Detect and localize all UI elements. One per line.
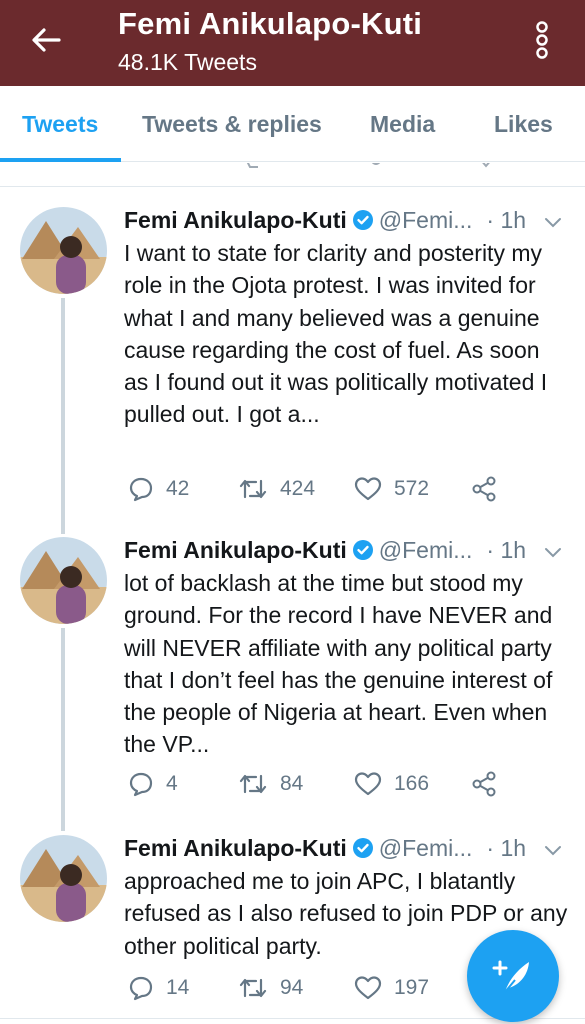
- tweet-timestamp: · 1h: [486, 536, 527, 563]
- tweet-text: lot of backlash at the time but stood my…: [124, 570, 553, 758]
- author-name[interactable]: Femi Anikulapo-Kuti: [124, 207, 347, 234]
- reply-button[interactable]: 42: [128, 472, 189, 506]
- arrow-left-icon: [32, 28, 61, 52]
- profile-header: Femi Anikulapo-Kuti 48.1K Tweets: [0, 0, 585, 86]
- tab-tweets[interactable]: Tweets: [22, 86, 98, 162]
- reply-button[interactable]: 4: [128, 767, 178, 801]
- like-count: 166: [394, 772, 430, 795]
- avatar[interactable]: [20, 835, 107, 922]
- retweet-count: 424: [280, 477, 316, 500]
- author-handle: @Femi...: [378, 206, 473, 233]
- chevron-down-icon[interactable]: [543, 209, 563, 236]
- avatar[interactable]: [20, 537, 107, 624]
- more-options-button[interactable]: [524, 18, 560, 62]
- tab-media[interactable]: Media: [370, 86, 435, 162]
- share-button[interactable]: [470, 472, 510, 506]
- back-button[interactable]: [22, 20, 70, 60]
- tweet-actions: 42 424 572: [124, 472, 569, 506]
- previous-tweet-remnant: [0, 163, 585, 187]
- reply-count: 42: [166, 477, 190, 500]
- compose-tweet-button[interactable]: [467, 930, 559, 1022]
- profile-photo: [20, 537, 107, 624]
- tweet-timestamp: · 1h: [486, 834, 527, 861]
- tweet-header: Femi Anikulapo-Kuti @Femi... · 1h: [124, 535, 569, 565]
- tweet-text: I want to state for clarity and posterit…: [124, 240, 548, 428]
- reply-icon: [129, 976, 153, 1001]
- more-vertical-icon: [536, 21, 548, 59]
- tweet-count: 48.1K Tweets: [118, 49, 257, 75]
- heart-icon: [354, 772, 382, 796]
- retweet-count: 84: [280, 772, 304, 795]
- share-button[interactable]: [470, 767, 510, 801]
- heart-icon: [354, 477, 382, 501]
- author-name[interactable]: Femi Anikulapo-Kuti: [124, 537, 347, 564]
- like-count: 572: [394, 477, 430, 500]
- profile-tabs: Tweets Tweets & replies Media Likes: [0, 86, 585, 162]
- retweet-button[interactable]: 84: [238, 767, 303, 801]
- previous-tweet-action-icons: [246, 163, 490, 168]
- retweet-icon: [239, 479, 267, 499]
- retweet-button[interactable]: 94: [238, 971, 303, 1005]
- retweet-icon: [239, 774, 267, 794]
- reply-count: 14: [166, 976, 190, 999]
- profile-name-title: Femi Anikulapo-Kuti: [118, 6, 423, 41]
- reply-button[interactable]: 14: [128, 971, 189, 1005]
- active-tab-indicator: [0, 158, 121, 162]
- chevron-down-icon[interactable]: [543, 837, 563, 864]
- reply-icon: [129, 772, 153, 797]
- like-button[interactable]: 166: [354, 767, 429, 801]
- retweet-count: 94: [280, 976, 304, 999]
- tweet-timestamp: · 1h: [486, 206, 527, 233]
- like-button[interactable]: 572: [354, 472, 429, 506]
- author-handle: @Femi...: [378, 536, 473, 563]
- like-button[interactable]: 197: [354, 971, 429, 1005]
- like-count: 197: [394, 976, 430, 999]
- author-name[interactable]: Femi Anikulapo-Kuti: [124, 835, 347, 862]
- share-icon: [472, 476, 496, 502]
- tweet-actions: 4 84 166: [124, 767, 569, 801]
- compose-tweet-icon: [492, 960, 529, 993]
- share-icon: [472, 771, 496, 797]
- tab-tweets-and-replies[interactable]: Tweets & replies: [142, 86, 322, 162]
- verified-badge-icon: [352, 837, 374, 859]
- tweet-header: Femi Anikulapo-Kuti @Femi... · 1h: [124, 205, 569, 235]
- verified-badge-icon: [352, 209, 374, 231]
- tab-likes[interactable]: Likes: [494, 86, 553, 162]
- avatar[interactable]: [20, 207, 107, 294]
- tweet-header: Femi Anikulapo-Kuti @Femi... · 1h: [124, 833, 569, 863]
- author-handle: @Femi...: [378, 834, 473, 861]
- thread-connector-line: [61, 628, 65, 831]
- retweet-button[interactable]: 424: [238, 472, 315, 506]
- verified-badge-icon: [352, 539, 374, 561]
- profile-photo: [20, 835, 107, 922]
- thread-connector-line: [61, 298, 65, 534]
- retweet-icon: [239, 978, 267, 998]
- profile-photo: [20, 207, 107, 294]
- chevron-down-icon[interactable]: [543, 539, 563, 566]
- heart-icon: [354, 976, 382, 1000]
- reply-icon: [129, 477, 153, 502]
- reply-count: 4: [166, 772, 178, 795]
